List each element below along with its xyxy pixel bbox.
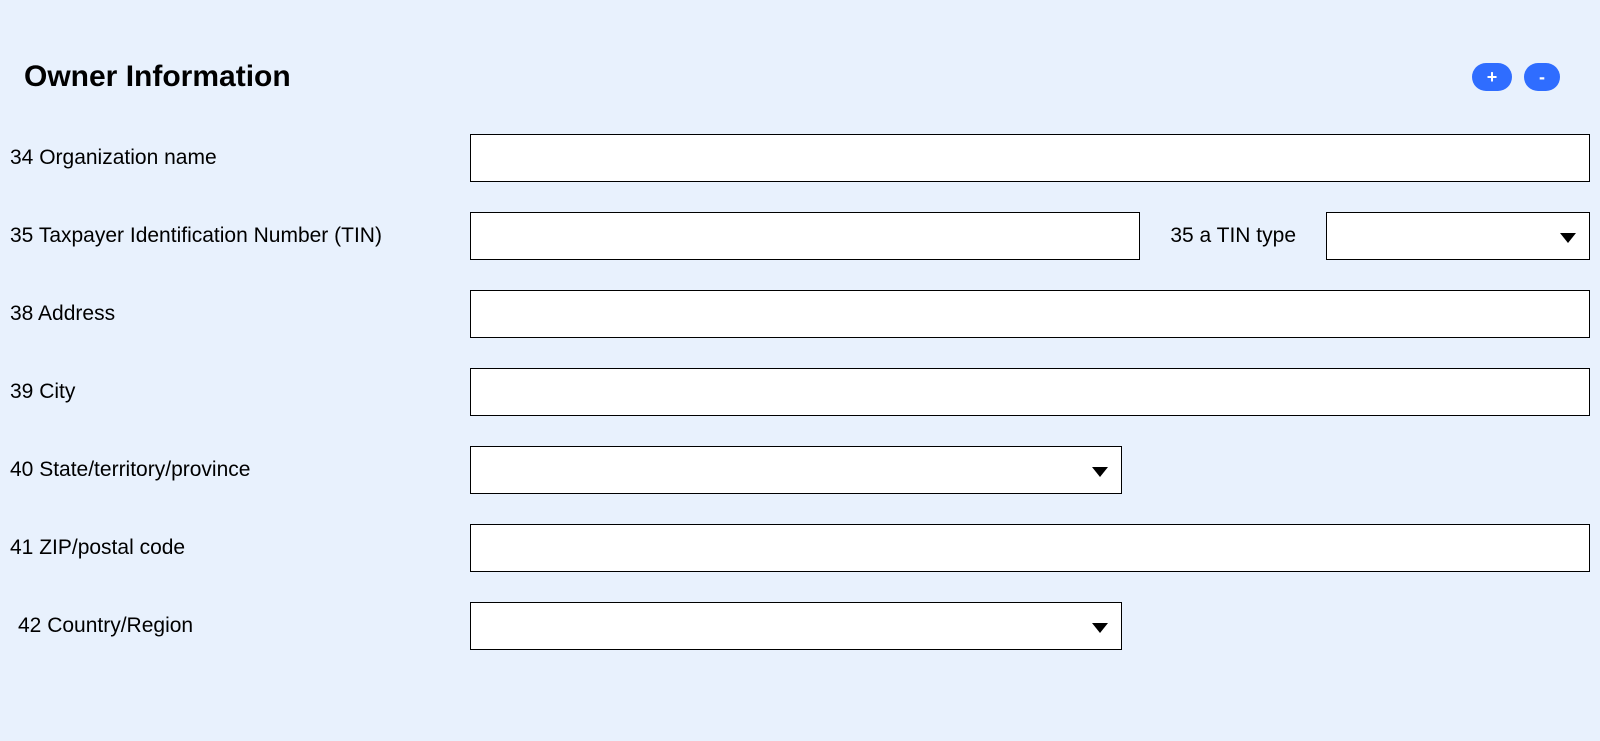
- tin-type-select[interactable]: [1326, 212, 1590, 260]
- tin-type-select-wrap: [1326, 212, 1590, 260]
- owner-form: 34 Organization name 35 Taxpayer Identif…: [10, 114, 1590, 650]
- remove-owner-button[interactable]: -: [1524, 63, 1560, 91]
- row-city: 39 City: [10, 368, 1590, 416]
- city-input[interactable]: [470, 368, 1590, 416]
- label-organization-name: 34 Organization name: [10, 146, 470, 170]
- organization-name-input[interactable]: [470, 134, 1590, 182]
- row-address: 38 Address: [10, 290, 1590, 338]
- row-tin: 35 Taxpayer Identification Number (TIN) …: [10, 212, 1590, 260]
- add-remove-button-group: + -: [1472, 63, 1560, 91]
- section-title: Owner Information: [24, 60, 291, 94]
- zip-input[interactable]: [470, 524, 1590, 572]
- state-select[interactable]: [470, 446, 1122, 494]
- label-tin: 35 Taxpayer Identification Number (TIN): [10, 224, 470, 248]
- tin-input[interactable]: [470, 212, 1140, 260]
- row-state: 40 State/territory/province: [10, 446, 1590, 494]
- label-zip: 41 ZIP/postal code: [10, 536, 470, 560]
- state-select-wrap: [470, 446, 1122, 494]
- row-zip: 41 ZIP/postal code: [10, 524, 1590, 572]
- country-select-wrap: [470, 602, 1122, 650]
- row-country: 42 Country/Region: [10, 602, 1590, 650]
- label-tin-type: 35 a TIN type: [1160, 224, 1306, 248]
- row-organization-name: 34 Organization name: [10, 134, 1590, 182]
- country-select[interactable]: [470, 602, 1122, 650]
- label-state: 40 State/territory/province: [10, 458, 470, 482]
- label-country: 42 Country/Region: [10, 614, 470, 638]
- section-header: Owner Information + -: [10, 0, 1590, 114]
- label-city: 39 City: [10, 380, 470, 404]
- add-owner-button[interactable]: +: [1472, 63, 1512, 91]
- label-address: 38 Address: [10, 302, 470, 326]
- owner-information-section: Owner Information + - 34 Organization na…: [0, 0, 1600, 700]
- address-input[interactable]: [470, 290, 1590, 338]
